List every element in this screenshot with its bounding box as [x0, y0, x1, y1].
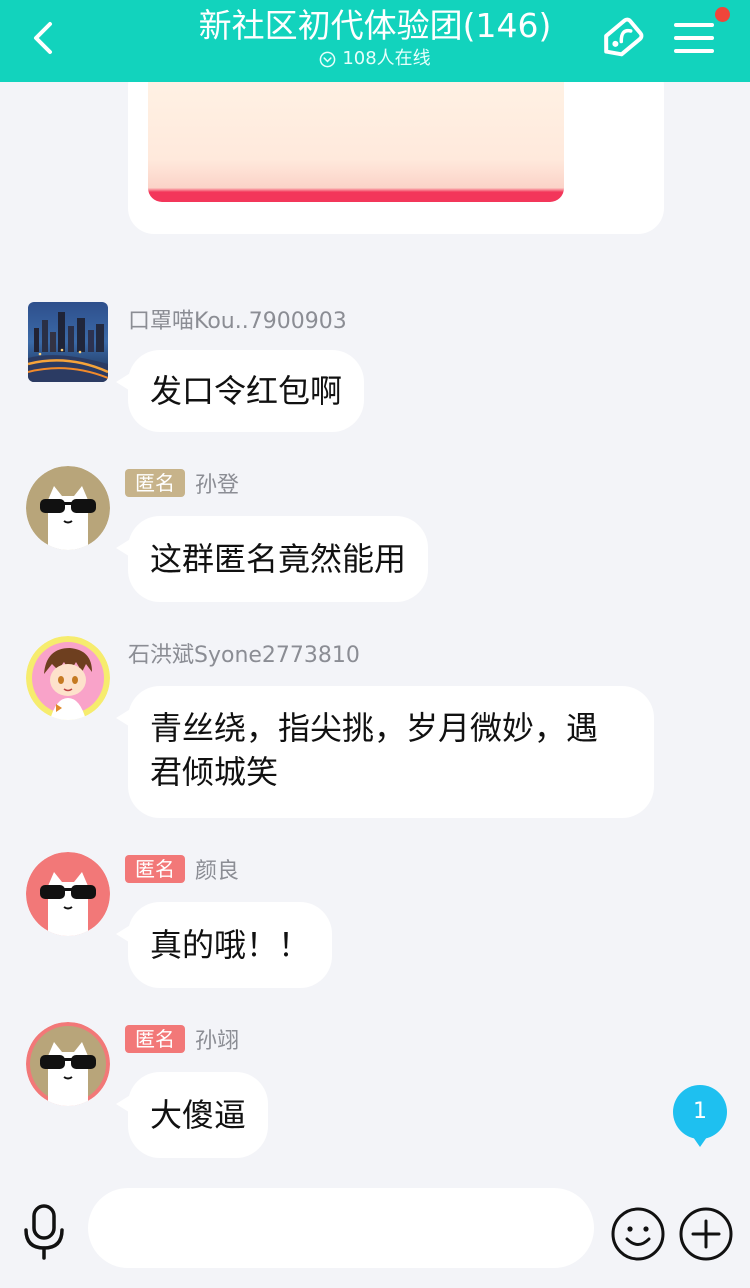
sender-name[interactable]: 颜良 [195, 853, 239, 885]
message-bubble[interactable]: 真的哦！！ [115, 902, 333, 988]
avatar-city-photo[interactable] [28, 302, 108, 382]
notification-dot [715, 7, 730, 22]
message-text: 大傻逼 [150, 1096, 247, 1134]
online-check-icon [319, 51, 336, 67]
group-tag-icon[interactable] [594, 14, 646, 66]
avatar-anonymous-cat[interactable] [26, 466, 110, 550]
plus-icon[interactable] [678, 1206, 734, 1262]
sender-name[interactable]: 石洪斌Syone2773810 [128, 637, 360, 669]
red-packet-card[interactable] [128, 60, 664, 234]
sender-name-row: 口罩喵Kou..7900903 [128, 304, 347, 334]
anonymous-tag: 匿名 [125, 1025, 185, 1053]
message-bubble[interactable]: 这群匿名竟然能用 [115, 516, 429, 602]
message-bubble[interactable]: 发口令红包啊 [115, 350, 365, 432]
sender-name[interactable]: 孙翊 [195, 1023, 239, 1055]
online-count: 108人在线 [342, 48, 431, 69]
input-bar [0, 1172, 750, 1288]
sender-name-row: 匿名 颜良 [125, 854, 239, 884]
anonymous-tag: 匿名 [125, 469, 185, 497]
sender-name-row: 石洪斌Syone2773810 [128, 638, 360, 668]
message-text: 真的哦！！ [150, 926, 311, 964]
unread-badge[interactable]: 1 [673, 1085, 727, 1147]
message-text-line: 君倾城笑 [150, 753, 279, 791]
avatar-anonymous-cat[interactable] [26, 1022, 110, 1106]
sender-name[interactable]: 孙登 [195, 467, 239, 499]
sender-name-row: 匿名 孙登 [125, 468, 239, 498]
message-bubble[interactable]: 大傻逼 [115, 1072, 269, 1158]
message-text-line: 青丝绕，指尖挑，岁月微妙，遇 [150, 709, 599, 747]
message-bubble[interactable]: 青丝绕，指尖挑，岁月微妙，遇 君倾城笑 [116, 686, 654, 818]
sender-name[interactable]: 口罩喵Kou..7900903 [128, 303, 347, 335]
anonymous-tag: 匿名 [125, 855, 185, 883]
message-text: 这群匿名竟然能用 [150, 540, 407, 578]
microphone-icon[interactable] [20, 1202, 68, 1262]
chat-header: 新社区初代体验团(146) 108人在线 [0, 0, 750, 82]
message-text: 发口令红包啊 [150, 372, 343, 410]
avatar-anonymous-cat[interactable] [26, 852, 110, 936]
emoji-icon[interactable] [610, 1206, 666, 1262]
message-input[interactable] [88, 1188, 594, 1268]
menu-icon[interactable] [672, 18, 716, 58]
sender-name-row: 匿名 孙翊 [125, 1024, 239, 1054]
avatar-anime-boy[interactable] [26, 636, 110, 720]
